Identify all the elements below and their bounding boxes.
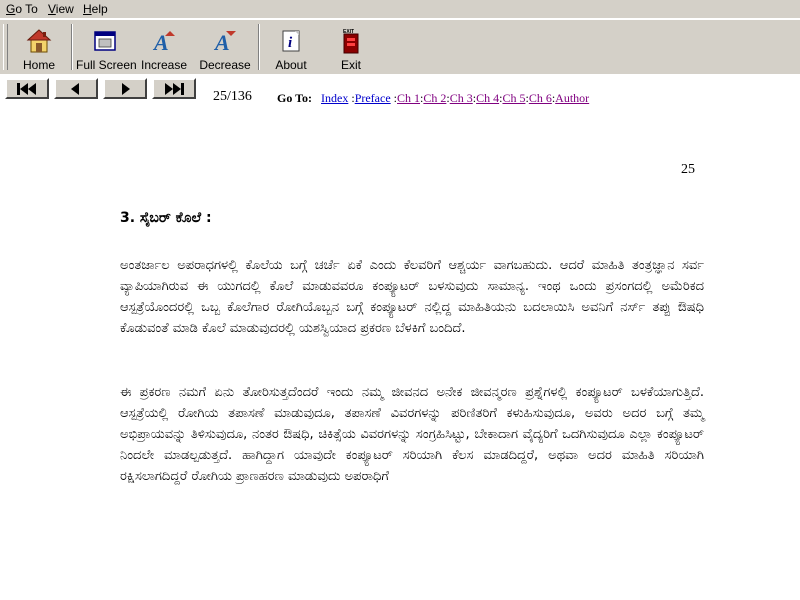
full-screen-icon [94,31,116,51]
link-preface[interactable]: Preface [355,91,391,105]
decrease-button[interactable]: A Decrease [199,22,251,72]
about-label: About [275,58,307,72]
next-page-button[interactable] [103,78,147,99]
link-index[interactable]: Index [321,91,348,105]
home-label: Home [22,58,55,72]
svg-text:A: A [213,30,230,54]
increase-button[interactable]: A Increase [140,22,188,72]
menu-bar: Go To View Help [0,0,800,19]
toolbar-separator [258,24,260,70]
link-author[interactable]: Author [555,91,589,105]
section-heading: 3. ಸೈಬರ್ ಕೊಲೆ : [120,210,212,226]
full-screen-button[interactable]: Full Screen [76,22,137,72]
exit-door-icon: EXIT [343,29,359,54]
next-page-icon [122,82,130,95]
font-increase-icon: A [152,30,175,54]
goto-label: Go To: [277,91,313,105]
font-decrease-icon: A [213,30,236,54]
link-ch6[interactable]: Ch 6 [529,91,552,105]
exit-button[interactable]: EXIT Exit [332,22,370,72]
info-icon: i [282,30,300,52]
full-screen-label: Full Screen [76,58,137,72]
link-ch2[interactable]: Ch 2 [423,91,446,105]
toolbar-separator [71,24,73,70]
link-ch1[interactable]: Ch 1 [397,91,420,105]
toolbar: Home Full Screen A Increase A Decrease i [0,19,800,75]
increase-label: Increase [140,58,188,72]
svg-text:A: A [152,30,169,54]
menu-view[interactable]: View [48,2,74,16]
decrease-label: Decrease [199,58,251,72]
document-view [0,106,800,600]
page-indicator: 25/136 [213,89,252,104]
previous-page-icon [71,82,79,95]
last-page-icon [165,82,184,95]
home-icon [26,29,52,53]
link-ch5[interactable]: Ch 5 [502,91,525,105]
toolbar-grip[interactable] [3,24,8,70]
previous-page-button[interactable] [54,78,98,99]
about-button[interactable]: i About [270,22,312,72]
menu-help[interactable]: Help [83,2,108,16]
home-button[interactable]: Home [16,22,62,72]
first-page-icon [17,82,36,95]
exit-badge: EXIT [343,29,354,35]
document-page-number: 25 [681,162,695,177]
link-ch3[interactable]: Ch 3 [450,91,473,105]
menu-goto[interactable]: Go To [6,2,38,16]
link-ch4[interactable]: Ch 4 [476,91,499,105]
exit-label: Exit [340,58,361,72]
paragraph-2: ಈ ಪ್ರಕರಣ ನಮಗೆ ಏನು ತೋರಿಸುತ್ತದೆಂದರೆ ಇಂದು ನ… [120,385,704,484]
first-page-button[interactable] [5,78,49,99]
paragraph-1: ಅಂತರ್ಜಾಲ ಅಪರಾಧಗಳಲ್ಲಿ ಕೊಲೆಯ ಬಗ್ಗೆ ಚರ್ಚೆ ಏ… [120,258,704,336]
last-page-button[interactable] [152,78,196,99]
goto-links: Go To: Index :Preface :Ch 1:Ch 2:Ch 3:Ch… [277,91,589,106]
